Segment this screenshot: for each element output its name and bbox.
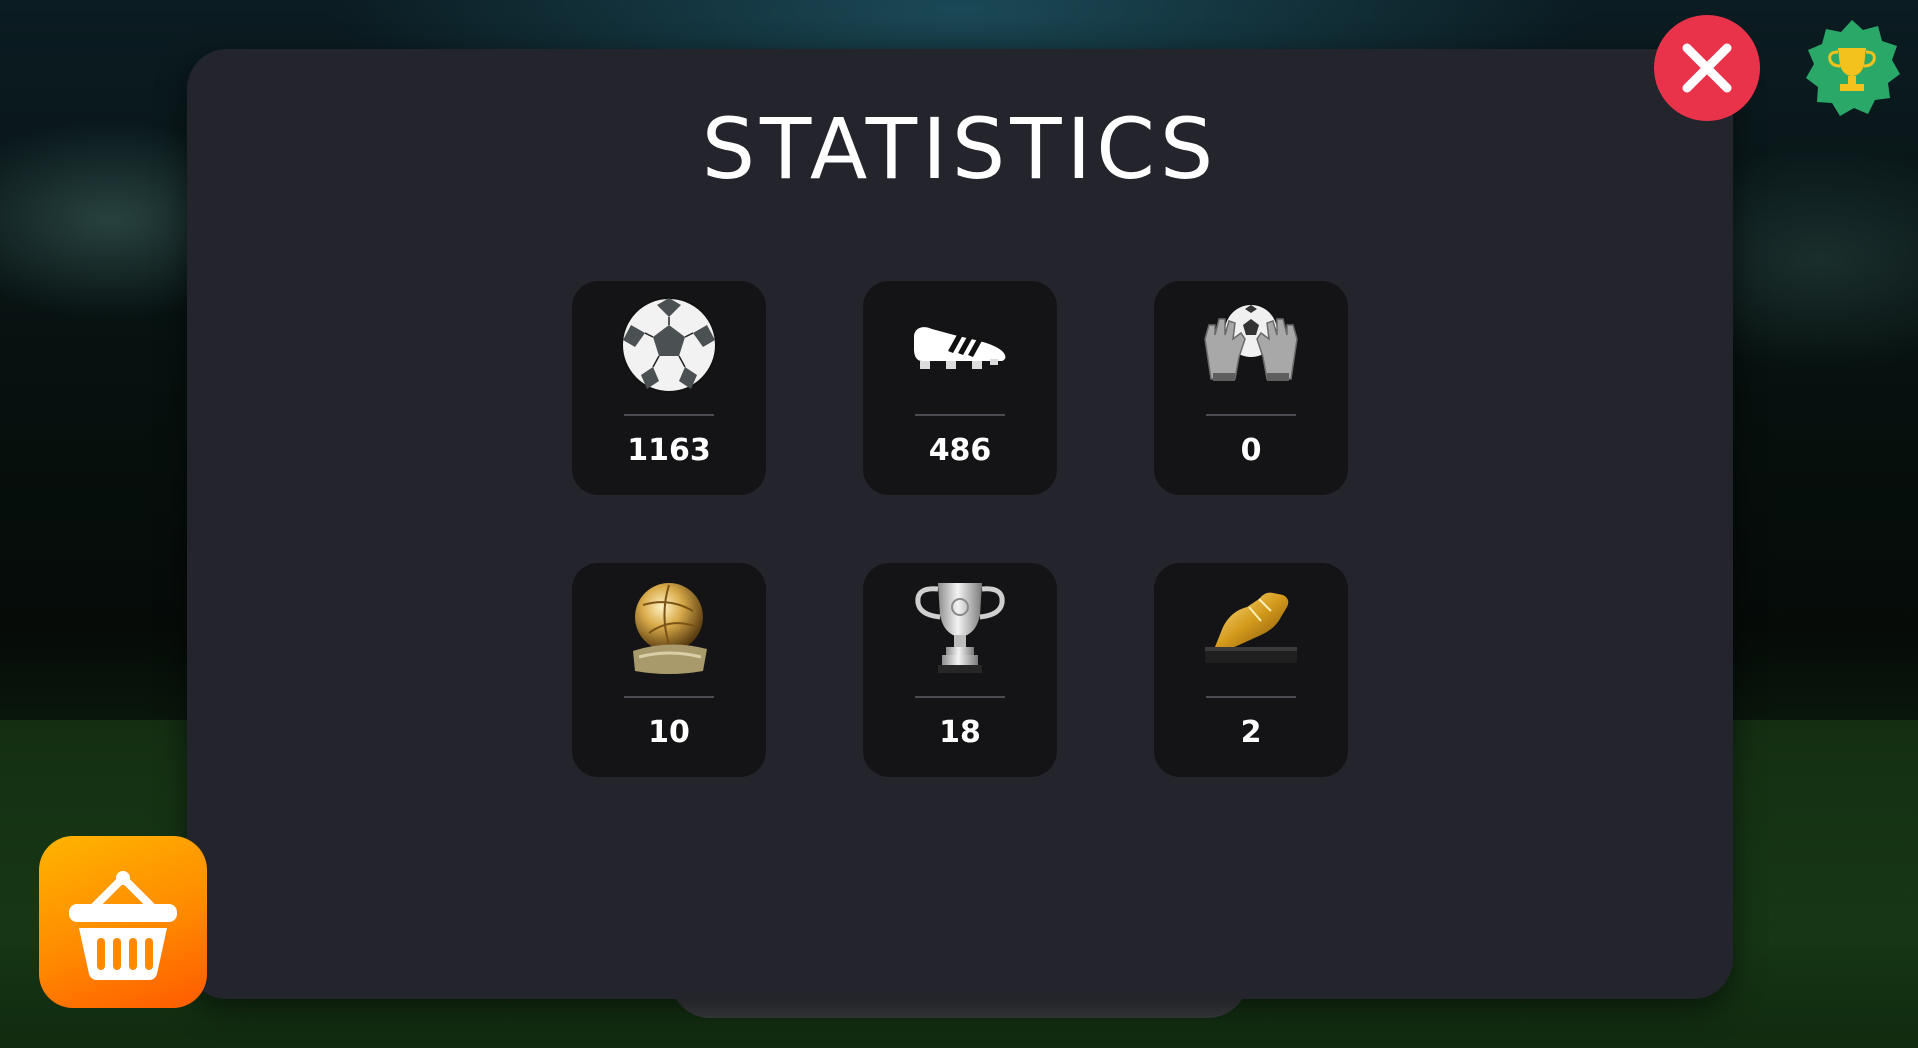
stat-card-golden-ball: 10 [572, 563, 766, 777]
card-divider [915, 696, 1005, 698]
card-divider [624, 696, 714, 698]
achievements-button[interactable] [1802, 18, 1902, 118]
game-background: STATISTICS 1163 486 0 10 18 2 [0, 0, 1918, 1048]
card-divider [1206, 414, 1296, 416]
stat-card-cups: 18 [863, 563, 1057, 777]
shop-button[interactable] [39, 836, 207, 1008]
stat-value-cups: 18 [939, 715, 981, 750]
stat-value-golden-boot: 2 [1240, 715, 1262, 750]
goalkeeper-gloves-icon [1204, 305, 1298, 381]
close-button[interactable] [1654, 15, 1760, 121]
card-divider [624, 414, 714, 416]
soccer-ball-icon [621, 297, 717, 393]
stat-card-golden-boot: 2 [1154, 563, 1348, 777]
stat-value-assists: 486 [928, 433, 992, 468]
stat-value-goals: 1163 [627, 433, 711, 468]
stat-card-goals: 1163 [572, 281, 766, 495]
football-boot-icon [914, 327, 1006, 369]
silver-cup-trophy-icon [915, 583, 1005, 673]
stat-value-golden-ball: 10 [648, 715, 690, 750]
close-icon [1682, 43, 1732, 93]
shopping-basket-icon [69, 871, 177, 980]
card-divider [1206, 696, 1296, 698]
stat-card-assists: 486 [863, 281, 1057, 495]
stat-card-clean-sheets: 0 [1154, 281, 1348, 495]
page-title: STATISTICS [701, 100, 1219, 198]
card-divider [915, 414, 1005, 416]
trophy-icon [1806, 20, 1900, 116]
golden-boot-trophy-icon [1205, 592, 1297, 663]
golden-ball-trophy-icon [633, 583, 707, 674]
stat-value-clean-sheets: 0 [1240, 433, 1262, 468]
